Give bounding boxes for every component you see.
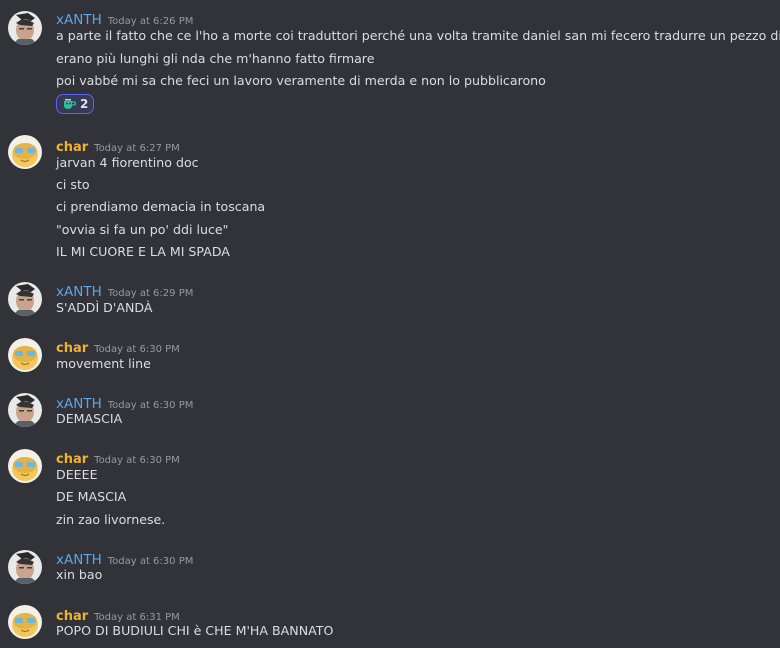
chat-log: xANTH Today at 6:26 PM a parte il fatto c… <box>0 0 780 648</box>
avatar-xanth[interactable] <box>8 11 42 45</box>
message-text: DEMASCIA <box>56 411 123 426</box>
reaction-button[interactable]: 2 <box>56 94 94 114</box>
teacup-emoji-icon <box>64 99 76 109</box>
message-text: S'ADDÌ D'ANDÀ <box>56 300 153 315</box>
author-name[interactable]: xANTH <box>56 12 102 28</box>
timestamp: Today at 6:31 PM <box>94 612 180 623</box>
message-text: IL MI CUORE E LA MI SPADA <box>56 244 230 259</box>
message-text: jarvan 4 fiorentino doc <box>56 155 199 170</box>
author-name[interactable]: xANTH <box>56 396 102 412</box>
message-text: poi vabbé mi sa che feci un lavoro veram… <box>56 73 546 88</box>
timestamp: Today at 6:26 PM <box>107 16 194 27</box>
message-text: zin zao livornese. <box>56 512 166 527</box>
message-text: a parte il fatto che ce l'ho a morte coi… <box>56 28 780 43</box>
avatar-xanth[interactable] <box>8 550 42 584</box>
message-text: movement line <box>56 356 151 371</box>
message-text: xin bao <box>56 567 103 582</box>
timestamp: Today at 6:30 PM <box>107 556 194 567</box>
author-name[interactable]: xANTH <box>56 552 102 568</box>
timestamp: Today at 6:30 PM <box>107 400 194 411</box>
avatar-char[interactable] <box>8 449 42 483</box>
reaction-count: 2 <box>80 97 89 111</box>
author-name[interactable]: char <box>56 452 88 467</box>
message-text: "ovvia si fa un po' ddi luce" <box>56 222 229 237</box>
timestamp: Today at 6:27 PM <box>94 143 180 154</box>
message-text: ci sto <box>56 177 90 192</box>
avatar-xanth[interactable] <box>8 282 42 316</box>
avatar-char[interactable] <box>8 135 42 169</box>
avatar-char[interactable] <box>8 338 42 372</box>
message-text: DEEEE <box>56 467 98 482</box>
timestamp: Today at 6:30 PM <box>94 344 180 355</box>
author-name[interactable]: char <box>56 140 88 155</box>
author-name[interactable]: xANTH <box>56 284 102 300</box>
message-text: ci prendiamo demacia in toscana <box>56 199 266 214</box>
author-name[interactable]: char <box>56 341 88 356</box>
message-text: POPO DI BUDIULI CHI è CHE M'HA BANNATO <box>56 623 334 638</box>
message-text: DE MASCIA <box>56 489 127 504</box>
timestamp: Today at 6:29 PM <box>107 288 194 299</box>
avatar-char[interactable] <box>8 605 42 639</box>
timestamp: Today at 6:30 PM <box>94 455 180 466</box>
avatar-xanth[interactable] <box>8 393 42 427</box>
message-text: erano più lunghi gli nda che m'hanno fat… <box>56 51 375 66</box>
author-name[interactable]: char <box>56 609 88 624</box>
